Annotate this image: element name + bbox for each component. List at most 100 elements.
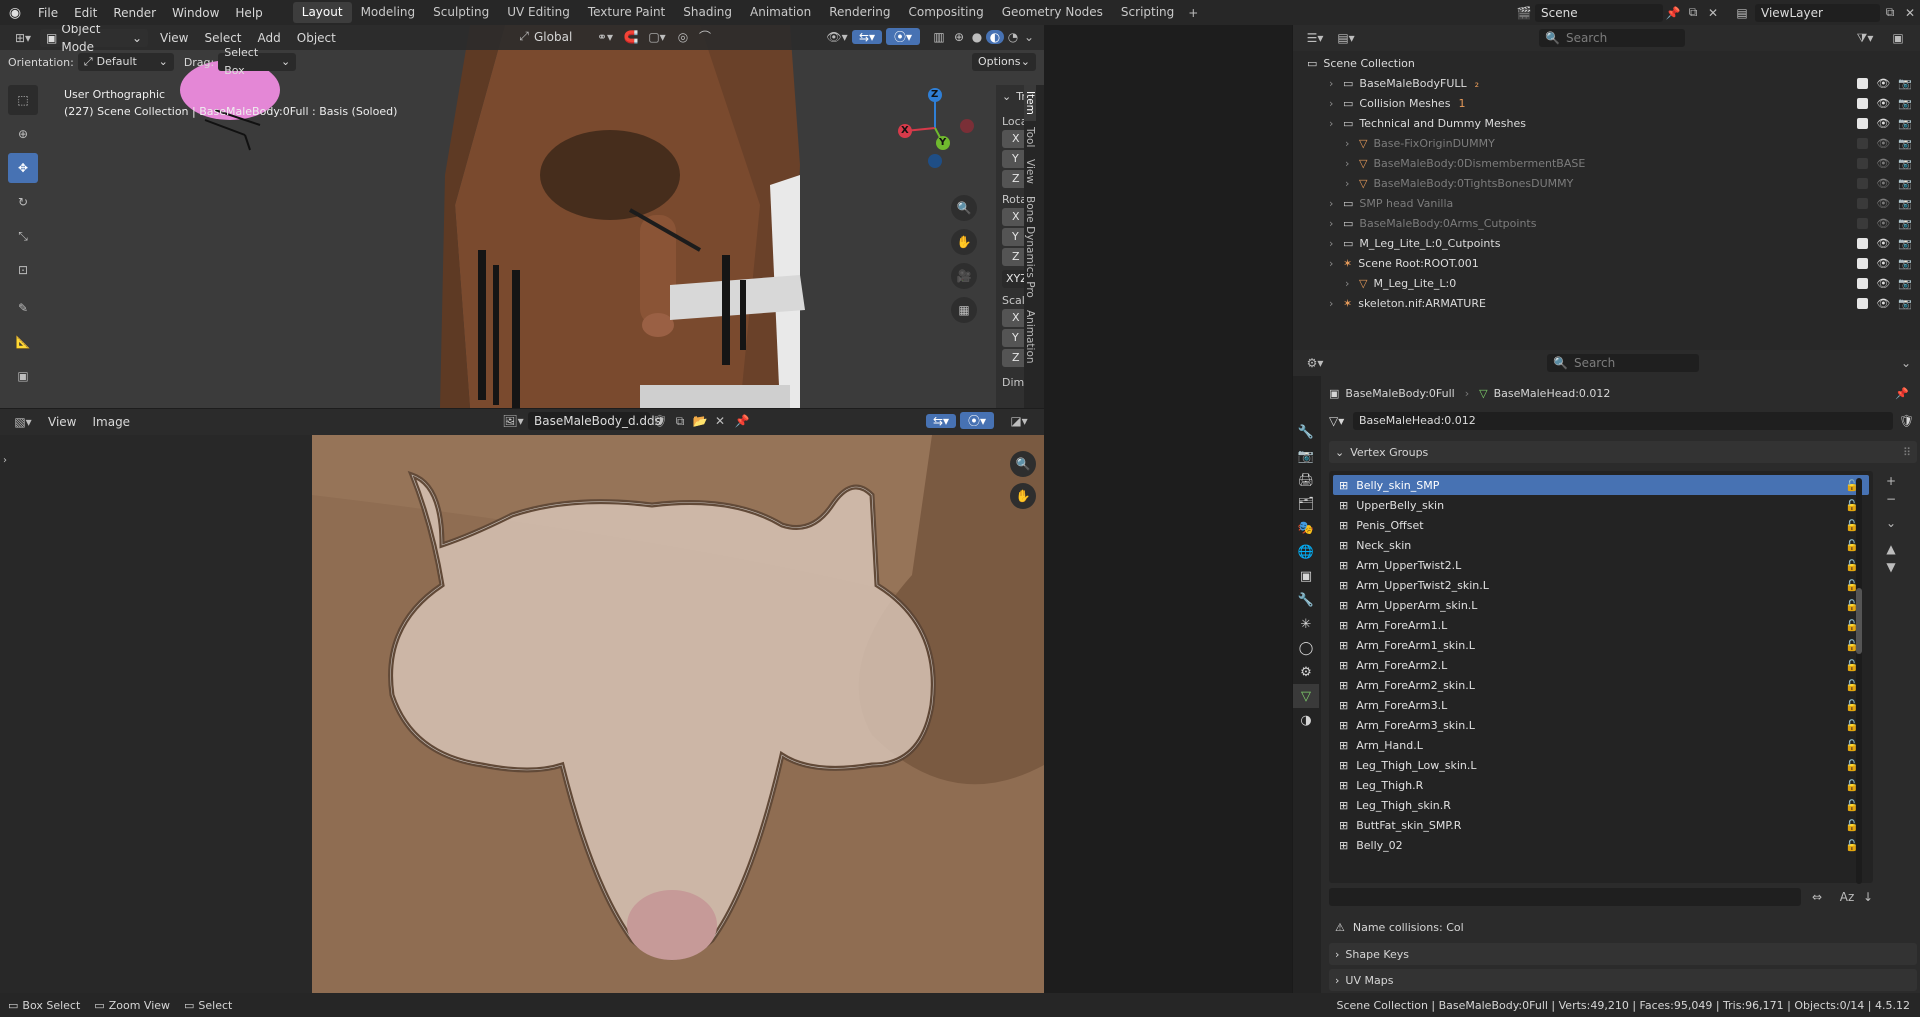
outliner-item[interactable]: › ▭ SMP head Vanilla 👁 📷 <box>1293 193 1920 213</box>
properties-tab-render-icon[interactable]: 📷 <box>1293 444 1319 468</box>
outliner-item[interactable]: › ✶ Scene Root:ROOT.001 👁 📷 <box>1293 253 1920 273</box>
xray-icon[interactable]: ▥ <box>928 30 950 44</box>
vertex-group-item[interactable]: ⊞ Arm_Hand.L 🔓 <box>1333 735 1869 755</box>
camera-render-icon[interactable]: 📷 <box>1898 277 1912 290</box>
vertex-group-item[interactable]: ⊞ Neck_skin 🔓 <box>1333 535 1869 555</box>
mode-selector[interactable]: ▣ Object Mode ⌄ <box>40 25 148 54</box>
camera-render-icon[interactable]: 📷 <box>1898 257 1912 270</box>
overlay-toggle-icon[interactable]: ⦿▾ <box>886 28 920 45</box>
viewport-3d[interactable]: ⊞▾ ▣ Object Mode ⌄ View Select Add Object … <box>0 25 1044 408</box>
camera-icon[interactable]: 🎥 <box>951 263 977 289</box>
display-mode-icon[interactable]: ▤▾ <box>1331 31 1361 45</box>
new-view-layer-icon[interactable]: ⧉ <box>1880 5 1900 20</box>
snap-icon[interactable]: 🧲 <box>620 30 642 44</box>
mesh-data-name-field[interactable]: BaseMaleHead:0.012 <box>1353 412 1893 430</box>
pan-hand-icon[interactable]: ✋ <box>951 229 977 255</box>
outliner-item[interactable]: › ▽ BaseMaleBody:0DismembermentBASE 👁 📷 <box>1293 153 1920 173</box>
scene-selector[interactable]: Scene <box>1535 3 1663 22</box>
mesh-browse-icon[interactable]: ▽▾ <box>1329 414 1353 428</box>
move-up-icon[interactable]: ▲ <box>1881 540 1901 558</box>
tab-sculpting[interactable]: Sculpting <box>424 2 498 23</box>
expand-arrow-icon[interactable]: › <box>1329 297 1343 310</box>
camera-render-icon[interactable]: 📷 <box>1898 137 1912 150</box>
properties-tab-data-icon[interactable]: ▽ <box>1293 684 1319 708</box>
sidebar-tab-item[interactable]: Item <box>1024 85 1036 121</box>
viewport-menu-add[interactable]: Add <box>250 31 289 45</box>
blender-logo-icon[interactable]: ◉ <box>0 5 30 21</box>
properties-tab-tool-icon[interactable]: 🔧 <box>1293 420 1319 444</box>
eye-icon[interactable]: 👁 <box>1876 257 1890 270</box>
eye-icon[interactable]: 👁 <box>1876 217 1890 230</box>
orientation-dropdown[interactable]: ⤢ Default ⌄ <box>77 53 174 71</box>
properties-type-icon[interactable]: ⚙▾ <box>1299 356 1331 370</box>
image-menu-view[interactable]: View <box>40 415 84 429</box>
options-dropdown[interactable]: Options ⌄ <box>972 53 1036 71</box>
vertex-group-item[interactable]: ⊞ Leg_Thigh.R 🔓 <box>1333 775 1869 795</box>
camera-render-icon[interactable]: 📷 <box>1898 157 1912 170</box>
new-collection-icon[interactable]: ▣ <box>1886 31 1910 45</box>
tab-texture-paint[interactable]: Texture Paint <box>579 2 674 23</box>
exclude-checkbox[interactable] <box>1857 177 1869 189</box>
zoom-icon[interactable]: 🔍 <box>951 195 977 221</box>
tab-animation[interactable]: Animation <box>741 2 820 23</box>
transform-orientation-dropdown[interactable]: Global <box>534 30 590 44</box>
expand-arrow-icon[interactable]: › <box>1329 237 1343 250</box>
measure-tool-icon[interactable]: 📐 <box>8 327 38 357</box>
sidebar-tab-tool[interactable]: Tool <box>1024 121 1036 153</box>
exclude-checkbox[interactable] <box>1857 117 1869 129</box>
vertex-group-item[interactable]: ⊞ Leg_Thigh_skin.R 🔓 <box>1333 795 1869 815</box>
expand-arrow-icon[interactable]: › <box>1329 77 1343 90</box>
vertex-group-item[interactable]: ⊞ Arm_ForeArm1.L 🔓 <box>1333 615 1869 635</box>
view-layer-selector[interactable]: ViewLayer <box>1755 3 1880 22</box>
eye-icon[interactable]: 👁 <box>1876 197 1890 210</box>
vertex-group-item[interactable]: ⊞ UpperBelly_skin 🔓 <box>1333 495 1869 515</box>
fake-user-shield-icon[interactable]: 🛡 <box>1899 414 1914 428</box>
expand-arrow-icon[interactable]: › <box>1329 217 1343 230</box>
tab-rendering[interactable]: Rendering <box>820 2 899 23</box>
menu-window[interactable]: Window <box>164 6 227 20</box>
vertex-group-item[interactable]: ⊞ Arm_UpperArm_skin.L 🔓 <box>1333 595 1869 615</box>
image-zoom-icon[interactable]: 🔍 <box>1010 451 1036 477</box>
shading-wireframe-icon[interactable]: ⊕ <box>950 30 968 44</box>
shape-keys-panel-header[interactable]: › Shape Keys <box>1329 943 1917 965</box>
expand-arrow-icon[interactable]: › <box>1345 137 1359 150</box>
camera-render-icon[interactable]: 📷 <box>1898 237 1912 250</box>
vertex-group-item[interactable]: ⊞ Leg_Thigh_Low_skin.L 🔓 <box>1333 755 1869 775</box>
eye-icon[interactable]: 👁 <box>1876 97 1890 110</box>
shading-options-icon[interactable]: ⌄ <box>1022 30 1036 44</box>
pivot-icon[interactable]: ⚭▾ <box>590 30 620 44</box>
properties-tab-view-layer-icon[interactable]: 🗂 <box>1293 492 1319 516</box>
vertex-list-scrollbar[interactable] <box>1856 478 1862 884</box>
exclude-checkbox[interactable] <box>1857 157 1869 169</box>
image-overlay-icon[interactable]: ⦿▾ <box>960 412 994 429</box>
add-workspace-icon[interactable]: + <box>1183 6 1203 20</box>
outliner-item[interactable]: › ▽ BaseMaleBody:0TightsBonesDUMMY 👁 📷 <box>1293 173 1920 193</box>
outliner-item[interactable]: › ▽ Base-FixOriginDUMMY 👁 📷 <box>1293 133 1920 153</box>
properties-tab-modifiers-icon[interactable]: 🔧 <box>1293 588 1319 612</box>
eye-icon[interactable]: 👁 <box>1876 157 1890 170</box>
filter-icon[interactable]: ⧩▾ <box>1850 31 1880 46</box>
exclude-checkbox[interactable] <box>1857 77 1869 89</box>
properties-tab-material-icon[interactable]: ◑ <box>1293 708 1319 732</box>
eye-icon[interactable]: 👁 <box>1876 297 1890 310</box>
editor-type-icon[interactable]: ⊞▾ <box>6 31 40 45</box>
delete-view-layer-icon[interactable]: ✕ <box>1900 6 1920 20</box>
tab-modeling[interactable]: Modeling <box>352 2 425 23</box>
outliner-item[interactable]: › ▭ M_Leg_Lite_L:0_Cutpoints 👁 📷 <box>1293 233 1920 253</box>
outliner-item[interactable]: › ▽ M_Leg_Lite_L:0 👁 📷 <box>1293 273 1920 293</box>
remove-vertex-group-icon[interactable]: − <box>1881 490 1901 508</box>
rotate-tool-icon[interactable]: ↻ <box>8 187 38 217</box>
invert-filter-icon[interactable]: ⇔ <box>1805 890 1829 904</box>
transform-tool-icon[interactable]: ⊡ <box>8 255 38 285</box>
grid-icon[interactable]: ▦ <box>951 297 977 323</box>
falloff-icon[interactable]: ⌒ <box>694 28 716 45</box>
scale-tool-icon[interactable]: ⤡ <box>8 221 38 251</box>
eye-icon[interactable]: 👁 <box>1876 137 1890 150</box>
menu-edit[interactable]: Edit <box>66 6 105 20</box>
vertex-group-item[interactable]: ⊞ ButtFat_skin_SMP.R 🔓 <box>1333 815 1869 835</box>
image-name-field[interactable]: BaseMaleBody_d.dds <box>528 412 661 430</box>
expand-arrow-icon[interactable]: › <box>1329 197 1343 210</box>
tab-layout[interactable]: Layout <box>292 2 352 23</box>
outliner-item[interactable]: › ✶ skeleton.nif:ARMATURE 👁 📷 <box>1293 293 1920 313</box>
outliner-type-icon[interactable]: ☰▾ <box>1299 31 1331 45</box>
